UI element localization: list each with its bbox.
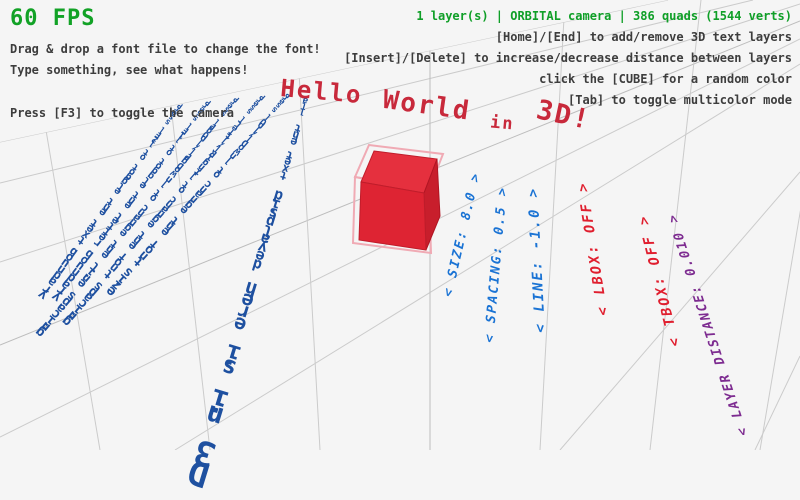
hint-drag-drop-font: Drag & drop a font file to change the fo… <box>10 39 321 60</box>
hint-type-something: Type something, see what happens! <box>10 60 321 81</box>
fps-counter: 60 FPS <box>10 6 321 31</box>
status-bar: 1 layer(s) | ORBITAL camera | 386 quads … <box>344 6 792 27</box>
hint-multicolor-mode: [Tab] to toggle multicolor mode <box>344 90 792 111</box>
hello-word: in <box>489 112 515 134</box>
hint-toggle-camera: Press [F3] to toggle the camera <box>10 103 321 124</box>
hud-top-right: 1 layer(s) | ORBITAL camera | 386 quads … <box>344 6 792 111</box>
cube[interactable] <box>359 151 440 250</box>
hint-layer-distance: [Insert]/[Delete] to increase/decrease d… <box>344 48 792 69</box>
hint-add-remove-layers: [Home]/[End] to add/remove 3D text layer… <box>344 27 792 48</box>
hint-cube-random-color: click the [CUBE] for a random color <box>344 69 792 90</box>
hud-top-left: 60 FPS Drag & drop a font file to change… <box>10 6 321 124</box>
